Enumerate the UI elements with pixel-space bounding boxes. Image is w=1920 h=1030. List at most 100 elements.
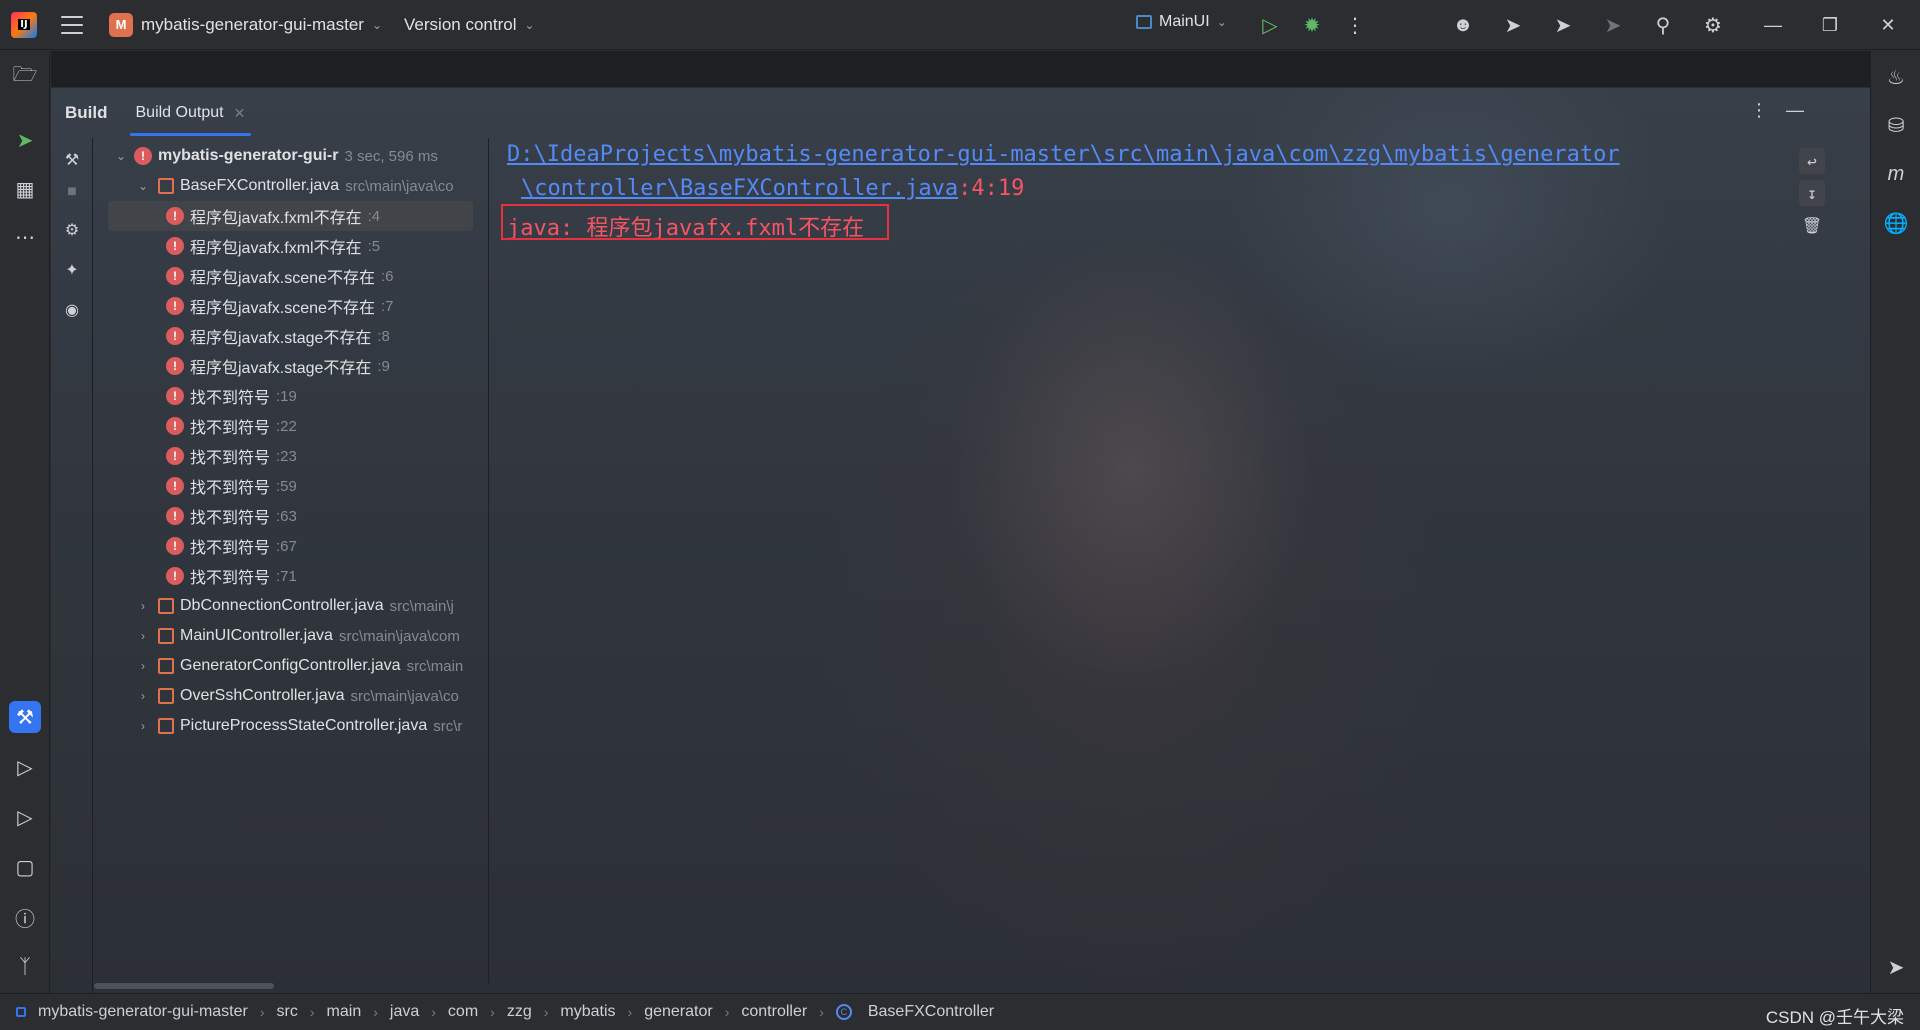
- run-icon[interactable]: ▷: [1257, 12, 1283, 38]
- file-label: PictureProcessStateController.java: [180, 717, 428, 734]
- tree-row-error[interactable]: ! 程序包javafx.fxml不存在:4: [108, 201, 473, 231]
- tree-row-file[interactable]: ⌄ BaseFXController.java src\main\java\co: [94, 171, 488, 201]
- error-line: :59: [276, 477, 297, 495]
- breadcrumb-item[interactable]: controller: [741, 1003, 807, 1021]
- more-tools-icon[interactable]: ⋯: [9, 221, 41, 253]
- error-icon: !: [166, 567, 184, 585]
- debug-icon[interactable]: ✹: [1299, 12, 1325, 38]
- editor-tab-strip: [51, 51, 1870, 87]
- project-folder-icon[interactable]: 🗁: [9, 61, 41, 93]
- error-label: 程序包javafx.scene不存在: [190, 300, 375, 317]
- git-branch-icon[interactable]: ᛉ: [9, 951, 41, 983]
- tree-horizontal-scrollbar[interactable]: [94, 983, 274, 989]
- chevron-down-icon[interactable]: ⌄: [114, 149, 128, 163]
- close-icon[interactable]: ✕: [234, 105, 246, 122]
- tree-row-error[interactable]: ! 程序包javafx.scene不存在:7: [94, 291, 488, 321]
- breadcrumb-item[interactable]: generator: [644, 1003, 713, 1021]
- jrebel-icon[interactable]: ➤: [9, 124, 41, 156]
- options-kebab-icon[interactable]: ⋮: [1750, 100, 1768, 121]
- chevron-right-icon[interactable]: ›: [136, 659, 150, 673]
- chevron-right-icon[interactable]: ›: [136, 599, 150, 613]
- tree-row-file[interactable]: › PictureProcessStateController.java src\…: [94, 711, 488, 741]
- restore-window-button[interactable]: ❐: [1815, 12, 1845, 38]
- deploy-rocket-disabled-icon[interactable]: ➤: [1600, 12, 1626, 38]
- settings-gear-icon[interactable]: ⚙: [60, 218, 84, 242]
- services-icon[interactable]: ▷: [9, 751, 41, 783]
- soft-wrap-icon[interactable]: ↩: [1799, 148, 1825, 174]
- rebuild-hammer-icon[interactable]: ⚒: [60, 148, 84, 172]
- tree-row-file[interactable]: › GeneratorConfigController.java src\main: [94, 651, 488, 681]
- tree-row-error[interactable]: ! 找不到符号:71: [94, 561, 488, 591]
- tree-row-error[interactable]: ! 程序包javafx.stage不存在:8: [94, 321, 488, 351]
- java-class-icon: [158, 658, 174, 674]
- tab-build-output[interactable]: Build Output ✕: [129, 88, 252, 138]
- tree-row-error[interactable]: ! 程序包javafx.scene不存在:6: [94, 261, 488, 291]
- error-line: :9: [377, 357, 390, 375]
- settings-gear-icon[interactable]: ⚙: [1700, 12, 1726, 38]
- tree-row-error[interactable]: ! 找不到符号:67: [94, 531, 488, 561]
- file-path-link[interactable]: D:\IdeaProjects\mybatis-generator-gui-ma…: [507, 142, 1620, 167]
- search-icon[interactable]: ⚲: [1650, 12, 1676, 38]
- tree-row-error[interactable]: ! 找不到符号:22: [94, 411, 488, 441]
- build-window-title: Build: [65, 103, 108, 122]
- run-configuration-selector[interactable]: MainUI ⌄: [1136, 13, 1227, 31]
- file-path: src\main: [406, 657, 464, 675]
- file-path-link[interactable]: \controller\BaseFXController.java: [521, 176, 958, 201]
- error-icon: !: [166, 207, 184, 225]
- notifications-bell-icon[interactable]: ♨: [1880, 61, 1912, 93]
- breadcrumb-item[interactable]: java: [390, 1003, 419, 1021]
- run-tool-icon[interactable]: ▷: [9, 801, 41, 833]
- tree-row-error[interactable]: ! 找不到符号:59: [94, 471, 488, 501]
- eye-icon[interactable]: ◉: [60, 298, 84, 322]
- error-line: :63: [276, 507, 297, 525]
- code-with-me-icon[interactable]: ☻: [1450, 12, 1476, 38]
- breadcrumb-item[interactable]: src: [277, 1003, 298, 1021]
- breadcrumb-item[interactable]: mybatis-generator-gui-master: [38, 1003, 248, 1021]
- project-selector[interactable]: M mybatis-generator-gui-master ⌄: [109, 12, 382, 37]
- breadcrumb-item[interactable]: zzg: [507, 1003, 532, 1021]
- version-control-selector[interactable]: Version control ⌄: [404, 15, 535, 35]
- structure-icon[interactable]: ▦: [9, 173, 41, 205]
- intellij-logo-icon[interactable]: IJ: [11, 11, 37, 38]
- tree-row-root[interactable]: ⌄ ! mybatis-generator-gui-r 3 sec, 596 m…: [94, 141, 488, 171]
- minimize-window-button[interactable]: —: [1758, 12, 1788, 38]
- deploy-rocket-icon[interactable]: ➤: [1500, 12, 1526, 38]
- breadcrumb-item[interactable]: com: [448, 1003, 478, 1021]
- breadcrumb-item[interactable]: main: [327, 1003, 362, 1021]
- stop-icon[interactable]: ■: [60, 180, 84, 204]
- chevron-down-icon[interactable]: ⌄: [136, 179, 150, 193]
- maven-icon[interactable]: m: [1880, 158, 1912, 190]
- globe-icon[interactable]: 🌐: [1880, 207, 1912, 239]
- breadcrumb-item[interactable]: mybatis: [560, 1003, 615, 1021]
- tree-row-error[interactable]: ! 找不到符号:19: [94, 381, 488, 411]
- hide-window-icon[interactable]: —: [1786, 100, 1804, 121]
- error-line: :8: [377, 327, 390, 345]
- tree-row-file[interactable]: › MainUIController.java src\main\java\com: [94, 621, 488, 651]
- module-icon: [16, 1007, 26, 1017]
- terminal-icon[interactable]: ▢: [9, 851, 41, 883]
- chevron-right-icon[interactable]: ›: [136, 719, 150, 733]
- tree-row-file[interactable]: › OverSshController.java src\main\java\co: [94, 681, 488, 711]
- problems-icon[interactable]: ⓘ: [9, 901, 41, 933]
- tree-row-file[interactable]: › DbConnectionController.java src\main\j: [94, 591, 488, 621]
- tree-row-error[interactable]: ! 找不到符号:23: [94, 441, 488, 471]
- tree-row-error[interactable]: ! 程序包javafx.stage不存在:9: [94, 351, 488, 381]
- database-icon[interactable]: ⛁: [1880, 109, 1912, 141]
- chevron-right-icon[interactable]: ›: [136, 629, 150, 643]
- close-window-button[interactable]: ✕: [1873, 12, 1903, 38]
- tree-row-error[interactable]: ! 找不到符号:63: [94, 501, 488, 531]
- build-hammer-icon[interactable]: ⚒: [9, 701, 41, 733]
- tree-row-error[interactable]: ! 程序包javafx.fxml不存在:5: [94, 231, 488, 261]
- chevron-right-icon[interactable]: ›: [136, 689, 150, 703]
- error-label: 找不到符号: [190, 390, 271, 407]
- jrebel-right-icon[interactable]: ➤: [1880, 951, 1912, 983]
- chevron-right-icon: ›: [373, 1004, 378, 1020]
- main-menu-icon[interactable]: [61, 15, 83, 34]
- pin-icon[interactable]: ✦: [60, 258, 84, 282]
- java-class-icon: [158, 598, 174, 614]
- breadcrumb-item[interactable]: BaseFXController: [868, 1003, 994, 1021]
- scroll-to-end-icon[interactable]: ↧: [1799, 180, 1825, 206]
- deploy-rocket-alt-icon[interactable]: ➤: [1550, 12, 1576, 38]
- more-actions-icon[interactable]: ⋮: [1342, 12, 1368, 38]
- clear-trash-icon[interactable]: 🗑: [1799, 212, 1825, 238]
